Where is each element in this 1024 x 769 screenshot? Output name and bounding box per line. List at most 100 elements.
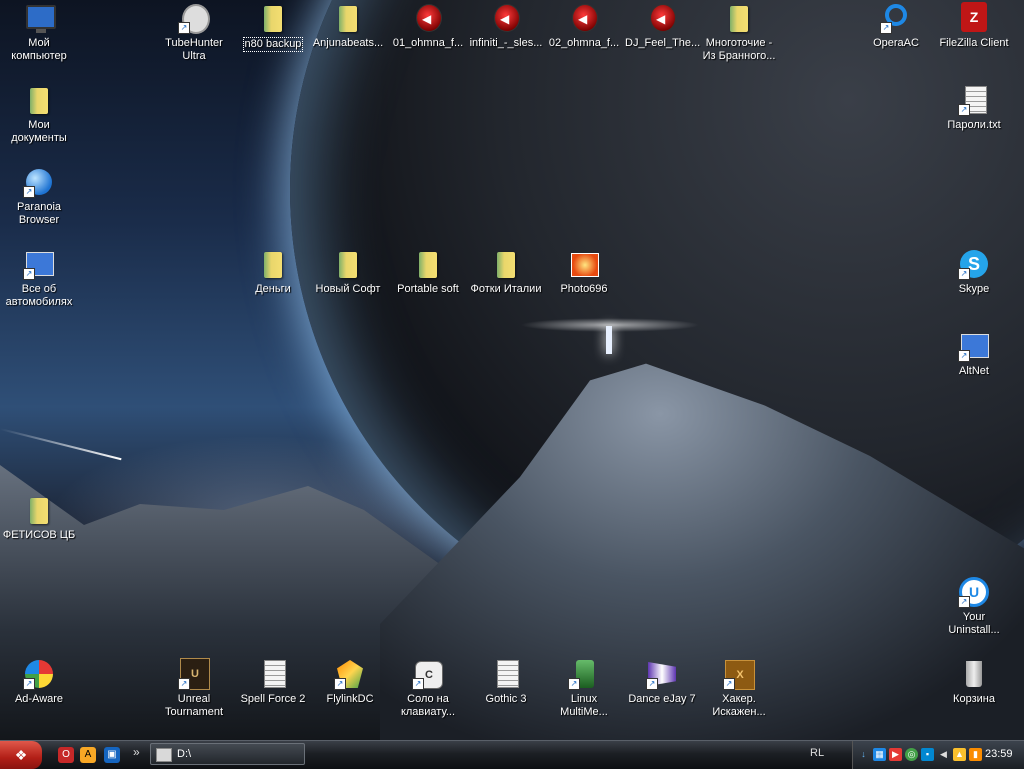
desktop-icon-portable-soft[interactable]: Portable soft: [391, 248, 465, 296]
download-tray-icon[interactable]: ↓: [857, 748, 870, 761]
desktop-icon-dj-feel[interactable]: ◀ DJ_Feel_The...: [625, 2, 701, 50]
desktop-icon-new-soft[interactable]: Новый Софт: [311, 248, 385, 296]
icon-label: Gothic 3: [485, 693, 527, 705]
desktop-icon-filezilla[interactable]: Z FileZilla Client: [937, 2, 1011, 50]
app-tray-icon[interactable]: ▪: [921, 748, 934, 761]
recycle-bin-icon: [966, 661, 982, 687]
desktop-icon-money[interactable]: Деньги: [236, 248, 310, 296]
icon-label: FlylinkDC: [326, 693, 374, 705]
folder-icon: [497, 252, 515, 278]
icon-label: Portable soft: [397, 283, 459, 295]
desktop-icon-altnet[interactable]: ↗ AltNet: [937, 330, 1011, 378]
desktop-icon-spellforce[interactable]: Spell Force 2: [236, 658, 310, 706]
desktop-icon-gothic3[interactable]: Gothic 3: [469, 658, 543, 706]
desktop-icon-adaware[interactable]: ↗ Ad-Aware: [2, 658, 76, 706]
desktop-icon-mnogotochie[interactable]: Многоточие - Из Бранного...: [702, 2, 776, 63]
icon-label: DJ_Feel_The...: [625, 37, 701, 49]
media-tray-icon[interactable]: ▶: [889, 748, 902, 761]
desktop-icon-anjunabeats[interactable]: Anjunabeats...: [311, 2, 385, 50]
filezilla-icon: Z: [961, 2, 987, 32]
icon-label: Многоточие - Из Бранного...: [702, 37, 776, 62]
mp3-file-icon: ◀: [572, 4, 598, 32]
clock[interactable]: 23:59: [985, 748, 1013, 760]
icon-label: Ad-Aware: [14, 693, 64, 705]
shortcut-arrow-icon: ↗: [880, 22, 892, 34]
desktop-icon-tubehunter[interactable]: ↗ TubeHunter Ultra: [157, 2, 231, 63]
desktop-icon-my-documents[interactable]: Мои документы: [2, 84, 76, 145]
taskbar: ❖ O A ▣ » D:\ RL ↓ ▦ ▶ ◎ ▪ ◀ ▲ ▮ 23:59: [0, 740, 1024, 769]
shortcut-arrow-icon: ↗: [23, 678, 35, 690]
desktop-icon-hacker[interactable]: X ↗ Хакер. Искажен...: [702, 658, 776, 719]
icon-label: AltNet: [959, 365, 989, 377]
desktop-icon-solo[interactable]: C ↗ Соло на клавиату...: [391, 658, 465, 719]
computer-icon: [26, 5, 56, 33]
icon-label: TubeHunter Ultra: [165, 37, 223, 62]
folder-tray-icon[interactable]: ▮: [969, 748, 982, 761]
opera-quicklaunch-icon[interactable]: O: [58, 747, 74, 763]
icon-label: Новый Софт: [315, 283, 381, 295]
green-tray-icon[interactable]: ◎: [905, 748, 918, 761]
icon-label: ФЕТИСОВ ЦБ: [2, 529, 76, 541]
icon-label: n80 backup: [242, 37, 304, 52]
document-icon: [264, 660, 286, 688]
icon-label: Anjunabeats...: [312, 37, 384, 49]
taskbar-window-button[interactable]: D:\: [150, 743, 305, 765]
desktop-icon-n80-backup[interactable]: n80 backup: [236, 2, 310, 52]
desktop-icon-flylinkdc[interactable]: ↗ FlylinkDC: [313, 658, 387, 706]
shortcut-arrow-icon: ↗: [723, 678, 735, 690]
desktop-icon-infiniti[interactable]: ◀ infiniti_-_sles...: [469, 2, 543, 50]
start-button[interactable]: ❖: [0, 741, 42, 769]
save-quicklaunch-icon[interactable]: ▣: [104, 747, 120, 763]
desktop-icon-unreal[interactable]: U ↗ Unreal Tournament: [157, 658, 231, 719]
desktop-icon-dance-ejay[interactable]: ↗ Dance eJay 7: [625, 658, 699, 706]
desktop-icon-photo696[interactable]: Photo696: [547, 248, 621, 296]
avast-quicklaunch-icon[interactable]: A: [80, 747, 96, 763]
icon-label: Деньги: [255, 283, 291, 295]
taskbar-window-title: D:\: [177, 748, 192, 760]
icon-label: Фотки Италии: [470, 283, 542, 295]
desktop-icon-linux-multimedia[interactable]: ↗ Linux MultiMe...: [547, 658, 621, 719]
icon-label: 01_ohmna_f...: [392, 37, 464, 49]
windows-logo-icon: ❖: [14, 747, 28, 763]
folder-icon: [30, 498, 48, 524]
shortcut-arrow-icon: ↗: [23, 268, 35, 280]
desktop-icon-fetisov[interactable]: ФЕТИСОВ ЦБ: [2, 494, 76, 542]
desktop-icon-skype[interactable]: S ↗ Skype: [937, 248, 1011, 296]
desktop-icon-my-computer[interactable]: Мой компьютер: [2, 2, 76, 63]
shortcut-arrow-icon: ↗: [334, 678, 346, 690]
shortcut-arrow-icon: ↗: [23, 186, 35, 198]
icon-label: Paranoia Browser: [16, 201, 62, 226]
desktop-icon-paranoia[interactable]: ↗ Paranoia Browser: [2, 166, 76, 227]
icon-label: FileZilla Client: [939, 37, 1009, 49]
desktop-icon-passwords[interactable]: ↗ Пароли.txt: [937, 84, 1011, 132]
image-file-icon: [571, 253, 599, 277]
shortcut-arrow-icon: ↗: [958, 104, 970, 116]
icon-label: Dance eJay 7: [628, 693, 696, 705]
language-indicator[interactable]: RL: [810, 747, 824, 759]
quicklaunch-chevron[interactable]: »: [133, 745, 140, 759]
wallpaper-comet: [0, 428, 122, 461]
icon-label: Your Uninstall...: [948, 611, 1000, 636]
document-icon: [497, 660, 519, 688]
folder-icon: [339, 252, 357, 278]
desktop-icon-ohmna-1[interactable]: ◀ 01_ohmna_f...: [391, 2, 465, 50]
mp3-file-icon: ◀: [494, 4, 520, 32]
desktop-icon-uninstaller[interactable]: U ↗ Your Uninstall...: [937, 576, 1011, 637]
shortcut-arrow-icon: ↗: [568, 678, 580, 690]
icon-label: Spell Force 2: [240, 693, 306, 705]
folder-icon: [264, 6, 282, 32]
security-tray-icon[interactable]: ▲: [953, 748, 966, 761]
desktop-icon-ohmna-2[interactable]: ◀ 02_ohmna_f...: [547, 2, 621, 50]
shortcut-arrow-icon: ↗: [412, 678, 424, 690]
desktop-icon-cars[interactable]: ↗ Все об автомобилях: [2, 248, 76, 309]
volume-icon[interactable]: ◀: [937, 748, 950, 761]
icon-label: Unreal Tournament: [164, 693, 224, 718]
desktop-icon-italy-photos[interactable]: Фотки Италии: [469, 248, 543, 296]
network-tray-icon[interactable]: ▦: [873, 748, 886, 761]
icon-label: Соло на клавиату...: [400, 693, 456, 718]
mp3-file-icon: ◀: [650, 4, 676, 32]
desktop-icon-opera[interactable]: ↗ OperaAC: [859, 2, 933, 50]
desktop-icon-recycle-bin[interactable]: Корзина: [937, 658, 1011, 706]
drive-icon: [156, 748, 172, 762]
folder-icon: [339, 6, 357, 32]
